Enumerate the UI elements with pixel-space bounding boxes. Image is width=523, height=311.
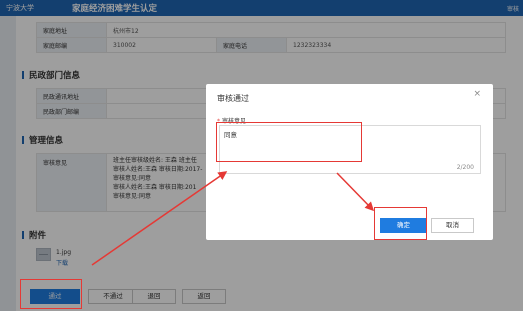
annotation-arrows (91, 171, 375, 266)
arrow-to-confirm (336, 172, 375, 212)
arrow-to-textarea (91, 171, 228, 266)
